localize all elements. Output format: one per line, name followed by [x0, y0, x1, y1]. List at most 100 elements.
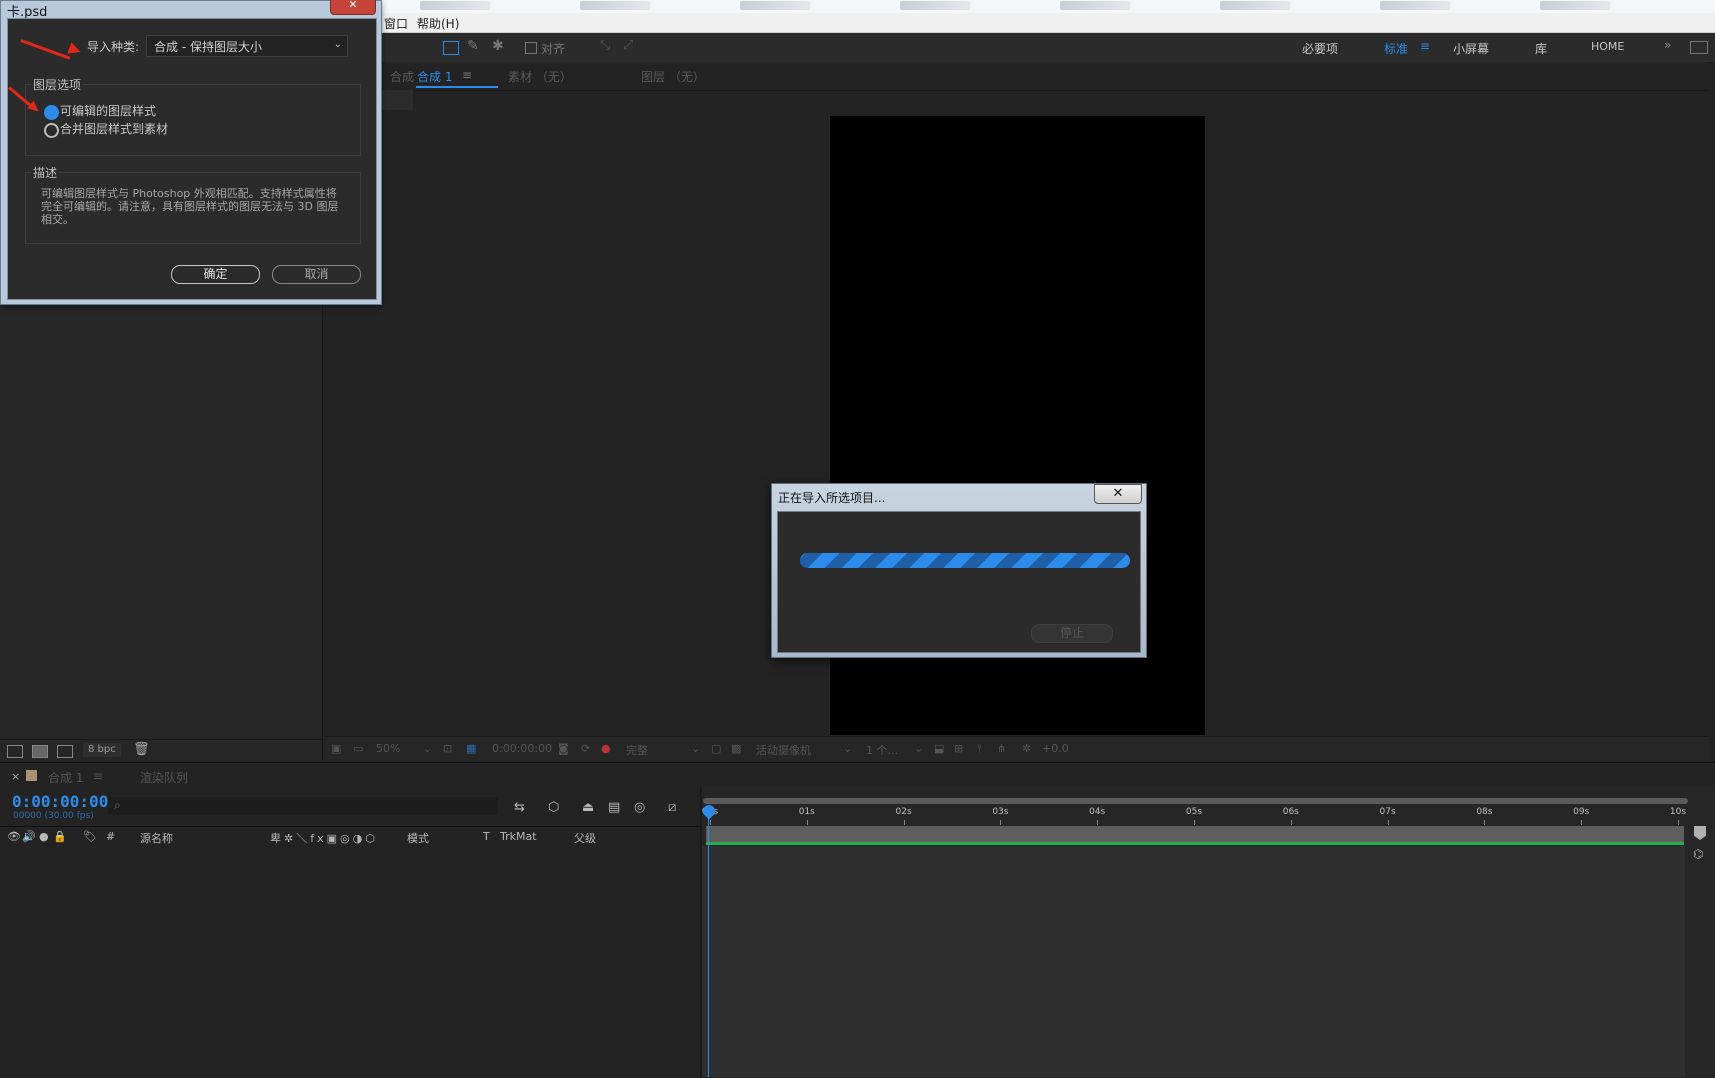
- solo-icon[interactable]: ●: [39, 830, 49, 843]
- timeline-track-area[interactable]: [702, 846, 1685, 1077]
- comp-tab-menu-icon[interactable]: ≡: [462, 68, 472, 82]
- frame-blending-icon[interactable]: ▤: [608, 800, 620, 815]
- workspace-essentials[interactable]: 必要项: [1302, 40, 1338, 57]
- trash-icon[interactable]: 🗑: [133, 742, 150, 757]
- timeline-icon[interactable]: ⫯: [977, 742, 982, 756]
- cancel-button[interactable]: 取消: [272, 265, 361, 284]
- stop-button[interactable]: 停止: [1031, 624, 1113, 643]
- close-tab-icon[interactable]: ×: [11, 770, 20, 783]
- exposure-value[interactable]: +0.0: [1042, 742, 1069, 755]
- workspace-small-screen[interactable]: 小屏幕: [1453, 40, 1489, 57]
- import-kind-select[interactable]: 合成 - 保持图层大小 ⌄: [146, 35, 348, 57]
- radio-merge-styles[interactable]: [44, 123, 59, 138]
- import-dialog-close-button[interactable]: ✕: [330, 0, 376, 15]
- fast-preview-icon[interactable]: ⊞: [954, 742, 963, 755]
- label-icon[interactable]: 🏷: [83, 830, 97, 843]
- always-preview-icon[interactable]: ▣: [331, 742, 341, 755]
- ok-button[interactable]: 确定: [171, 265, 260, 284]
- progress-dialog-body: 停止: [777, 511, 1141, 653]
- new-comp-icon[interactable]: [57, 745, 73, 758]
- import-dialog-body: [7, 18, 377, 300]
- snap-checkbox[interactable]: [525, 42, 537, 54]
- snap-option2-icon[interactable]: ⤢: [623, 38, 633, 53]
- switches-icons[interactable]: 卑✲＼fx▣◎◑⬡: [270, 830, 378, 846]
- viewer-timecode[interactable]: 0:00:00:00: [492, 742, 552, 755]
- progress-dialog-title: 正在导入所选项目...: [778, 491, 886, 505]
- source-name-header[interactable]: 源名称: [140, 830, 173, 846]
- bit-depth-button[interactable]: 8 bpc: [83, 743, 121, 757]
- render-cache-line: [706, 842, 1684, 845]
- option-editable-label[interactable]: 可编辑的图层样式: [60, 102, 156, 119]
- region-icon[interactable]: ▢: [711, 742, 721, 755]
- progress-bar: [800, 553, 1130, 568]
- progress-close-button[interactable]: ✕: [1094, 484, 1142, 504]
- ruler-label: 03s: [992, 807, 1009, 817]
- workspace-home[interactable]: HOME: [1591, 40, 1624, 53]
- lock-icon[interactable]: 🔒: [53, 830, 67, 843]
- snap-option-icon[interactable]: ⤡: [600, 38, 610, 53]
- snapshot-icon[interactable]: ◙: [558, 742, 569, 755]
- current-time-indicator[interactable]: [708, 806, 709, 1077]
- transparency-grid-icon[interactable]: ▩: [731, 742, 741, 755]
- toggle-pixel-icon[interactable]: ⬓: [934, 742, 944, 755]
- composition-duration-bar[interactable]: [706, 826, 1684, 843]
- menu-window[interactable]: 窗口: [384, 15, 408, 32]
- ruler-tick: [1387, 820, 1389, 825]
- show-snapshot-icon[interactable]: ⟳: [581, 742, 590, 755]
- mode-header: 模式: [407, 832, 429, 845]
- timeline-tab-menu-icon[interactable]: ≡: [93, 769, 103, 783]
- zoom-chevron-icon[interactable]: ⌄: [423, 742, 432, 755]
- pen-tool-icon[interactable]: ✎: [467, 38, 479, 54]
- camera-select[interactable]: 活动摄像机: [756, 742, 811, 758]
- workspace-menu-icon[interactable]: ≡: [1420, 39, 1430, 53]
- search-help-icon[interactable]: [1690, 41, 1708, 54]
- radio-editable-styles[interactable]: [44, 105, 59, 120]
- flowchart-icon[interactable]: ⋔: [997, 742, 1006, 755]
- channel-icon[interactable]: ●: [601, 742, 611, 755]
- monitor-icon[interactable]: ▭: [353, 742, 363, 755]
- resolution-chevron-icon[interactable]: ⌄: [691, 742, 700, 755]
- shape-tool-icon[interactable]: [443, 41, 459, 55]
- visibility-icon[interactable]: 👁: [7, 830, 21, 843]
- resolution-select[interactable]: 完整: [626, 742, 648, 758]
- comp-button-icon[interactable]: ⌬: [1693, 847, 1703, 861]
- time-ruler[interactable]: 00s01s02s03s04s05s06s07s08s09s10s: [702, 795, 1686, 825]
- motion-blur-icon[interactable]: ◎: [634, 800, 645, 815]
- views-select[interactable]: 1 个...: [866, 742, 898, 758]
- draft-3d-icon[interactable]: ⬡: [548, 800, 559, 815]
- import-kind-value: 合成 - 保持图层大小: [154, 40, 262, 54]
- layers-list[interactable]: [0, 847, 700, 1077]
- chevron-down-icon: ⌄: [333, 39, 342, 50]
- zoom-select[interactable]: 50%: [376, 742, 400, 755]
- layer-columns-header: 👁 🔊 ● 🔒 🏷 # 源名称 卑✲＼fx▣◎◑⬡ 模式 T TrkMat 父级: [0, 826, 700, 848]
- grid-icon[interactable]: ▦: [466, 742, 476, 755]
- views-chevron-icon[interactable]: ⌄: [914, 742, 923, 755]
- menu-help[interactable]: 帮助(H): [417, 15, 459, 32]
- timeline-comp-tab[interactable]: 合成 1: [48, 769, 83, 786]
- graph-editor-icon[interactable]: ⧄: [668, 800, 676, 815]
- timeline-timecode[interactable]: 0:00:00:00: [12, 792, 108, 811]
- pin-tool-icon[interactable]: ✱: [492, 38, 504, 54]
- footage-tab[interactable]: 素材 （无）: [508, 68, 572, 85]
- timeline-search-input[interactable]: ⌕: [108, 797, 498, 815]
- snap-label: 对齐: [541, 42, 566, 56]
- workspace-standard[interactable]: 标准: [1384, 40, 1408, 57]
- comp-mini-flowchart-icon[interactable]: ⇆: [514, 800, 525, 815]
- workspace-more-icon[interactable]: »: [1664, 38, 1671, 52]
- fit-icon[interactable]: ⊡: [443, 742, 452, 755]
- camera-chevron-icon[interactable]: ⌄: [843, 742, 852, 755]
- option-merge-label[interactable]: 合并图层样式到素材: [60, 120, 168, 137]
- render-queue-tab[interactable]: 渲染队列: [140, 769, 188, 786]
- layer-number-header: #: [106, 830, 116, 843]
- audio-icon[interactable]: 🔊: [22, 830, 36, 843]
- project-footer: 8 bpc 🗑: [0, 739, 322, 761]
- ruler-label: 05s: [1185, 807, 1203, 817]
- import-progress-dialog: 正在导入所选项目... ✕ 停止: [771, 483, 1147, 658]
- shy-layers-icon[interactable]: ⏏: [582, 800, 594, 815]
- exposure-icon[interactable]: ✲: [1022, 742, 1031, 755]
- interpret-footage-icon[interactable]: [7, 745, 23, 758]
- workspace-libraries[interactable]: 库: [1535, 40, 1547, 57]
- comp-tab[interactable]: 合成 1: [417, 68, 452, 85]
- new-folder-icon[interactable]: [32, 745, 48, 758]
- layer-tab[interactable]: 图层 （无）: [641, 68, 705, 85]
